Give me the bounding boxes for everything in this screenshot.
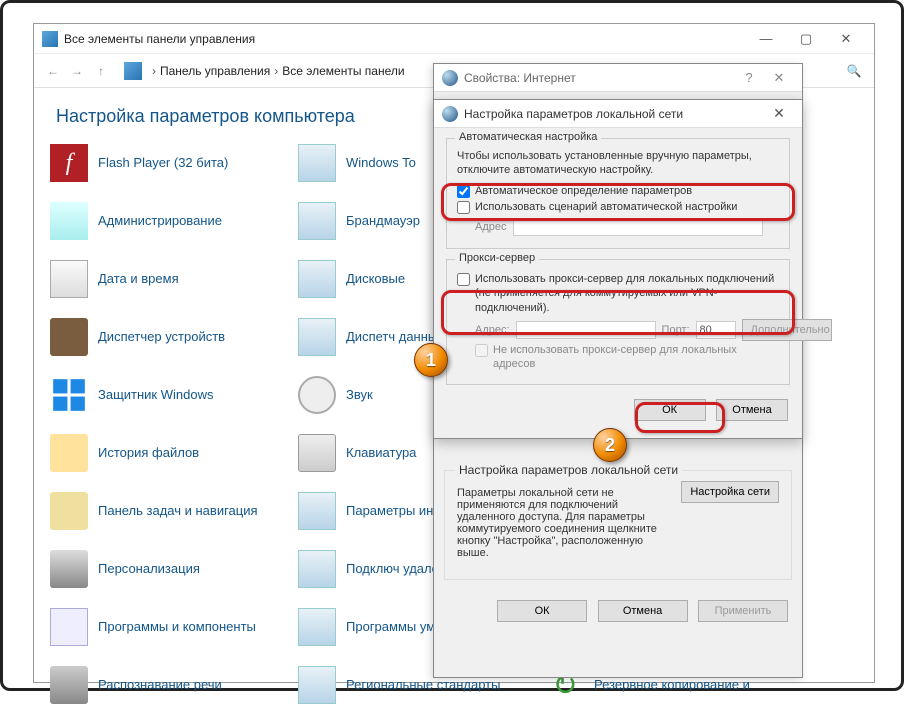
auto-detect-label: Автоматическое определение параметров	[475, 184, 692, 198]
cp-item-pers[interactable]: Персонализация	[50, 547, 298, 591]
nav-up-icon[interactable]: ↑	[90, 60, 112, 82]
cp-item-taskbar[interactable]: Панель задач и навигация	[50, 489, 298, 533]
firewall-icon	[298, 202, 336, 240]
cp-title: Все элементы панели управления	[64, 32, 746, 46]
use-proxy-checkbox[interactable]	[457, 273, 470, 286]
script-addr-label: Адрес	[475, 221, 507, 233]
bypass-local-label: Не использовать прокси-сервер для локаль…	[493, 343, 779, 372]
lan-section-label: Настройка параметров локальной сети	[455, 463, 682, 477]
device-manager-icon	[50, 318, 88, 356]
nav-back-icon[interactable]: ←	[42, 60, 64, 82]
remoteapp-icon	[298, 550, 336, 588]
internet-icon	[442, 106, 458, 122]
ip-title: Свойства: Интернет	[464, 71, 734, 85]
marker-2: 2	[593, 428, 627, 462]
proxy-advanced-button: Дополнительно	[742, 319, 832, 341]
ip-cancel-button[interactable]: Отмена	[598, 600, 688, 622]
auto-config-label: Автоматическая настройка	[455, 131, 601, 143]
proxy-address-row: Адрес: Порт: Дополнительно	[475, 319, 779, 341]
lan-ok-button[interactable]: ОК	[634, 399, 706, 421]
lan-settings-dialog: Настройка параметров локальной сети ✕ Ав…	[433, 99, 803, 439]
storage-spaces-icon	[298, 260, 336, 298]
ip-buttons: ОК Отмена Применить	[434, 588, 802, 634]
windows-to-go-icon	[298, 144, 336, 182]
marker-1: 1	[414, 343, 448, 377]
lan-cancel-button[interactable]: Отмена	[716, 399, 788, 421]
breadcrumb-root[interactable]: Панель управления	[160, 64, 270, 78]
bypass-local-row: Не использовать прокси-сервер для локаль…	[475, 343, 779, 372]
auto-config-group: Автоматическая настройка Чтобы использов…	[446, 138, 790, 249]
use-script-row[interactable]: Использовать сценарий автоматической нас…	[457, 200, 779, 214]
taskbar-icon	[50, 492, 88, 530]
cp-item-devmgr[interactable]: Диспетчер устройств	[50, 315, 298, 359]
lan-buttons: ОК Отмена	[434, 391, 802, 431]
ip-close-button[interactable]: ✕	[764, 70, 794, 86]
keyboard-icon	[298, 434, 336, 472]
path-icon	[124, 62, 142, 80]
proxy-port-input	[696, 321, 736, 339]
proxy-addr-label: Адрес:	[475, 324, 510, 336]
proxy-address-input	[516, 321, 656, 339]
nav-forward-icon[interactable]: →	[66, 60, 88, 82]
auto-detect-checkbox[interactable]	[457, 185, 470, 198]
search-icon[interactable]: 🔍	[842, 60, 866, 82]
lan-section-desc: Параметры локальной сети не применяются …	[457, 487, 671, 559]
lan-title: Настройка параметров локальной сети	[464, 107, 764, 121]
use-script-checkbox[interactable]	[457, 201, 470, 214]
cp-item-date[interactable]: Дата и время	[50, 257, 298, 301]
close-button[interactable]: ✕	[826, 28, 866, 50]
lan-close-button[interactable]: ✕	[764, 105, 794, 122]
breadcrumb-current[interactable]: Все элементы панели	[282, 64, 404, 78]
script-address-input	[513, 218, 763, 236]
sound-icon	[298, 376, 336, 414]
programs-icon	[50, 608, 88, 646]
default-programs-icon	[298, 608, 336, 646]
date-time-icon	[50, 260, 88, 298]
credential-manager-icon	[298, 318, 336, 356]
cp-item-filehist[interactable]: История файлов	[50, 431, 298, 475]
ip-help-button[interactable]: ?	[734, 70, 764, 85]
personalization-icon	[50, 550, 88, 588]
ip-apply-button[interactable]: Применить	[698, 600, 788, 622]
flash-icon: f	[50, 144, 88, 182]
cp-item-programs[interactable]: Программы и компоненты	[50, 605, 298, 649]
region-icon	[298, 666, 336, 704]
indexing-icon	[298, 492, 336, 530]
lan-titlebar: Настройка параметров локальной сети ✕	[434, 100, 802, 128]
auto-config-text: Чтобы использовать установленные вручную…	[457, 149, 779, 178]
use-proxy-row[interactable]: Использовать прокси-сервер для локальных…	[457, 272, 779, 315]
control-panel-icon	[42, 31, 58, 47]
use-proxy-label: Использовать прокси-сервер для локальных…	[475, 272, 779, 315]
lan-section: Настройка параметров локальной сети Пара…	[444, 470, 792, 580]
ip-titlebar: Свойства: Интернет ? ✕	[434, 64, 802, 92]
admin-tools-icon	[50, 202, 88, 240]
lan-settings-button[interactable]: Настройка сети	[681, 481, 779, 503]
minimize-button[interactable]: —	[746, 28, 786, 50]
cp-item-defender[interactable]: Защитник Windows	[50, 373, 298, 417]
maximize-button[interactable]: ▢	[786, 28, 826, 50]
speech-icon	[50, 666, 88, 704]
internet-icon	[442, 70, 458, 86]
proxy-port-label: Порт:	[662, 324, 690, 336]
bypass-local-checkbox	[475, 344, 488, 357]
cp-titlebar: Все элементы панели управления — ▢ ✕	[34, 24, 874, 54]
proxy-label: Прокси-сервер	[455, 252, 539, 264]
auto-detect-row[interactable]: Автоматическое определение параметров	[457, 184, 779, 198]
cp-item-admin[interactable]: Администрирование	[50, 199, 298, 243]
proxy-group: Прокси-сервер Использовать прокси-сервер…	[446, 259, 790, 384]
cp-item-flash[interactable]: fFlash Player (32 бита)	[50, 141, 298, 185]
cp-item-speech[interactable]: Распознавание речи	[50, 663, 298, 707]
use-script-label: Использовать сценарий автоматической нас…	[475, 200, 737, 214]
script-address-row: Адрес	[475, 218, 779, 236]
ip-ok-button[interactable]: ОК	[497, 600, 587, 622]
file-history-icon	[50, 434, 88, 472]
defender-icon	[50, 376, 88, 414]
